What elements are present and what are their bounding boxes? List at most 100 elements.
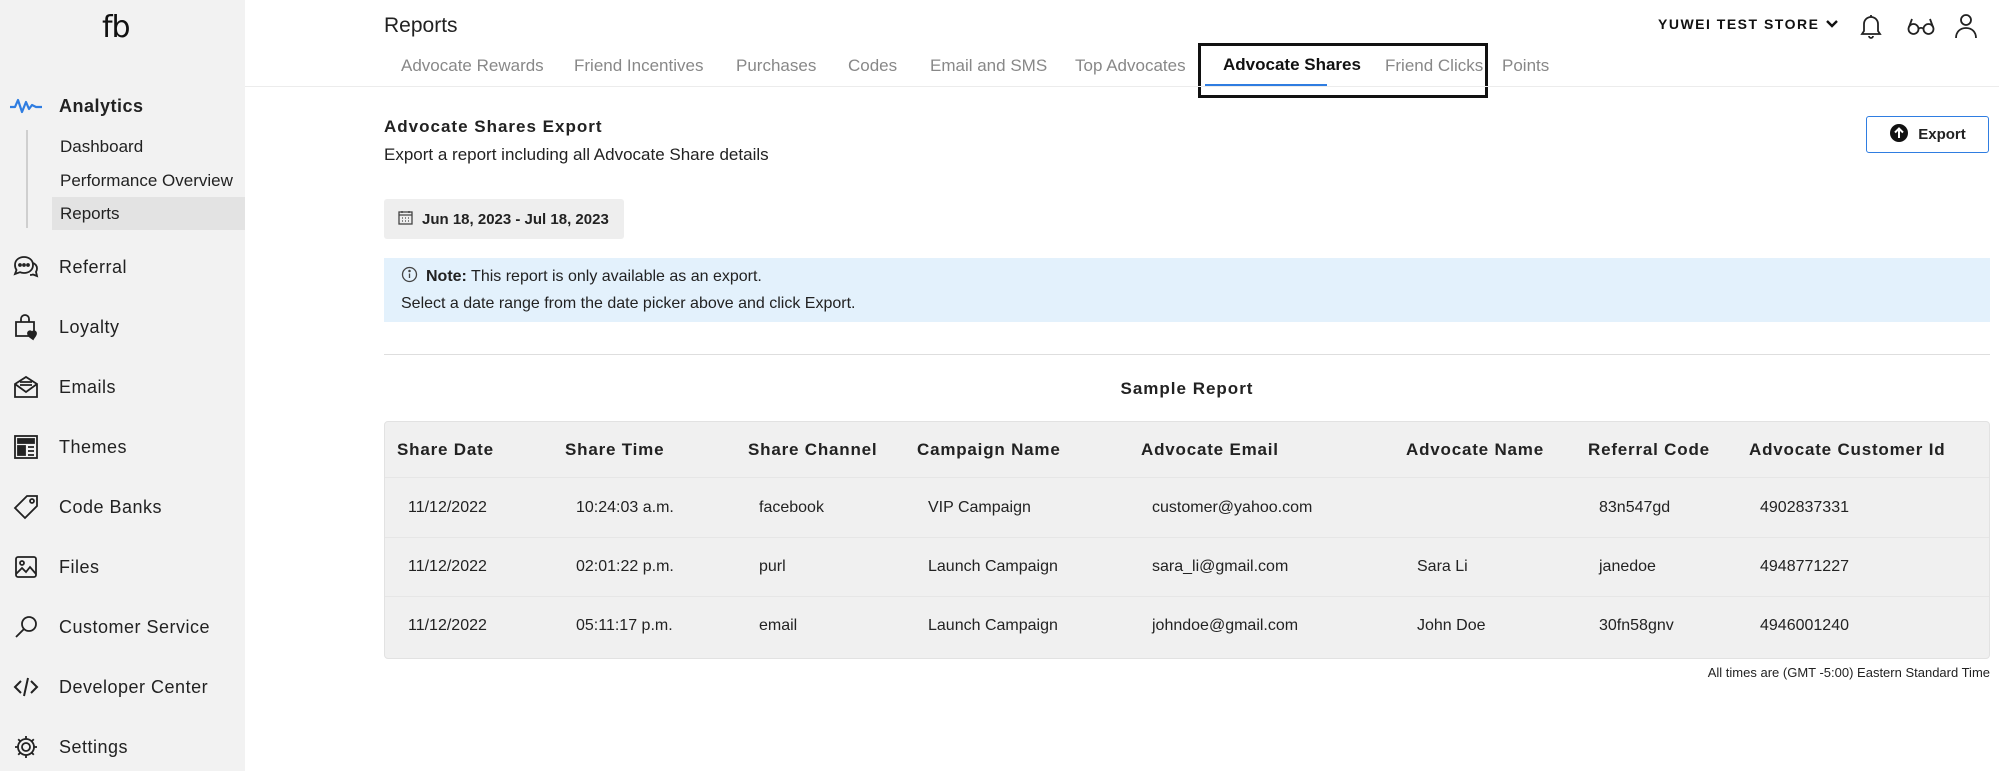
note-banner: Note: This report is only available as a… [384, 258, 1990, 322]
tab-advocate-rewards[interactable]: Advocate Rewards [401, 56, 544, 76]
glasses-icon[interactable] [1906, 11, 1936, 41]
sidebar: fb Analytics Dashboard Performance Overv… [0, 0, 245, 771]
sidebar-item-customer-service[interactable]: Customer Service [0, 607, 245, 647]
tab-purchases[interactable]: Purchases [736, 56, 816, 76]
sidebar-item-code-banks[interactable]: Code Banks [0, 487, 245, 527]
sidebar-item-label: Code Banks [59, 496, 163, 517]
envelope-icon [10, 371, 42, 403]
note-text-secondary: Select a date range from the date picker… [401, 295, 856, 312]
sidebar-item-themes[interactable]: Themes [0, 427, 245, 467]
date-range-value: Jun 18, 2023 - Jul 18, 2023 [422, 210, 609, 228]
table-cell: 4902837331 [1760, 499, 1849, 516]
column-header: Advocate Name [1406, 440, 1544, 459]
export-button[interactable]: Export [1866, 116, 1989, 153]
table-cell: customer@yahoo.com [1152, 499, 1313, 516]
table-cell: 02:01:22 p.m. [576, 558, 674, 575]
table-cell: 83n547gd [1599, 499, 1671, 516]
tab-friend-incentives[interactable]: Friend Incentives [574, 56, 703, 76]
upload-arrow-icon [1889, 123, 1909, 147]
table-cell: John Doe [1417, 617, 1486, 634]
timezone-footnote: All times are (GMT -5:00) Eastern Standa… [1707, 665, 1990, 680]
sidebar-item-label: Emails [59, 376, 117, 397]
tab-email-and-sms[interactable]: Email and SMS [930, 56, 1047, 76]
note-label: Note: [426, 268, 467, 285]
chat-bubbles-icon [10, 251, 42, 283]
shopping-bag-heart-icon [10, 311, 42, 343]
tab-points[interactable]: Points [1502, 56, 1549, 76]
table-cell: janedoe [1599, 558, 1656, 575]
sidebar-item-developer-center[interactable]: Developer Center [0, 667, 245, 707]
column-header: Share Time [565, 440, 665, 459]
table-cell: 11/12/2022 [408, 617, 487, 634]
sidebar-item-label: Themes [59, 436, 128, 457]
sidebar-subitem-performance-overview[interactable]: Performance Overview [52, 164, 245, 197]
column-header: Share Date [397, 440, 494, 459]
sample-report-table: Share Date Share Time Share Channel Camp… [384, 421, 1990, 659]
sidebar-subitem-reports[interactable]: Reports [52, 197, 245, 230]
table-cell: Launch Campaign [928, 617, 1058, 634]
column-header: Referral Code [1588, 440, 1710, 459]
sidebar-item-loyalty[interactable]: Loyalty [0, 307, 245, 347]
user-icon[interactable] [1951, 11, 1981, 41]
date-range-picker[interactable]: Jun 18, 2023 - Jul 18, 2023 [384, 199, 624, 239]
store-selector[interactable]: YUWEI TEST STORE [1658, 16, 1839, 32]
table-cell: 11/12/2022 [408, 499, 487, 516]
chevron-down-icon [1825, 16, 1839, 32]
main-content: Reports Advocate Rewards Friend Incentiv… [245, 0, 1999, 771]
sidebar-item-files[interactable]: Files [0, 547, 245, 587]
layout-icon [10, 431, 42, 463]
sidebar-item-label: Analytics [59, 95, 144, 116]
section-title: Advocate Shares Export [384, 117, 603, 136]
table-cell: 10:24:03 a.m. [576, 499, 674, 516]
sidebar-item-label: Loyalty [59, 316, 120, 337]
bell-icon[interactable] [1856, 11, 1886, 41]
sidebar-item-referral[interactable]: Referral [0, 247, 245, 287]
table-cell: 4946001240 [1760, 617, 1849, 634]
table-cell: purl [759, 558, 786, 575]
info-icon [401, 266, 418, 288]
store-name: YUWEI TEST STORE [1658, 16, 1820, 32]
logo[interactable]: fb [102, 10, 131, 45]
tag-icon [10, 491, 42, 523]
divider [384, 354, 1990, 355]
code-icon [10, 671, 42, 703]
export-label: Export [1918, 126, 1966, 143]
table-cell: 05:11:17 p.m. [576, 617, 673, 634]
table-cell: Launch Campaign [928, 558, 1058, 575]
table-cell: facebook [759, 499, 824, 516]
tab-top-advocates[interactable]: Top Advocates [1075, 56, 1186, 76]
sidebar-item-label: Customer Service [59, 616, 211, 637]
sidebar-item-label: Files [59, 556, 100, 577]
column-header: Advocate Email [1141, 440, 1279, 459]
gear-icon [10, 731, 42, 763]
table-row: 11/12/2022 10:24:03 a.m. facebook VIP Ca… [385, 479, 1989, 538]
table-header: Share Date Share Time Share Channel Camp… [385, 422, 1989, 478]
sidebar-item-settings[interactable]: Settings [0, 727, 245, 767]
table-cell: VIP Campaign [928, 499, 1031, 516]
table-cell: 30fn58gnv [1599, 617, 1674, 634]
pulse-wave-icon [10, 90, 42, 122]
table-row: 11/12/2022 02:01:22 p.m. purl Launch Cam… [385, 538, 1989, 597]
table-cell: Sara Li [1417, 558, 1468, 575]
tab-codes[interactable]: Codes [848, 56, 897, 76]
column-header: Share Channel [748, 440, 878, 459]
sidebar-item-emails[interactable]: Emails [0, 367, 245, 407]
sidebar-item-analytics[interactable]: Analytics [0, 86, 245, 126]
image-icon [10, 551, 42, 583]
sidebar-subitem-dashboard[interactable]: Dashboard [52, 130, 245, 163]
note-text: This report is only available as an expo… [471, 268, 762, 285]
subnav-line [26, 130, 28, 228]
section-subtitle: Export a report including all Advocate S… [384, 145, 769, 164]
magnifier-icon [10, 611, 42, 643]
tabs-divider [245, 86, 1999, 87]
sidebar-item-label: Developer Center [59, 676, 209, 697]
column-header: Campaign Name [917, 440, 1061, 459]
table-cell: email [759, 617, 798, 634]
column-header: Advocate Customer Id [1749, 440, 1946, 459]
sample-report-title: Sample Report [1120, 379, 1254, 398]
table-cell: johndoe@gmail.com [1152, 617, 1299, 634]
sidebar-item-label: Referral [59, 256, 128, 277]
calendar-icon [398, 210, 413, 229]
table-cell: 4948771227 [1760, 558, 1849, 575]
tab-highlight-box [1198, 43, 1488, 98]
